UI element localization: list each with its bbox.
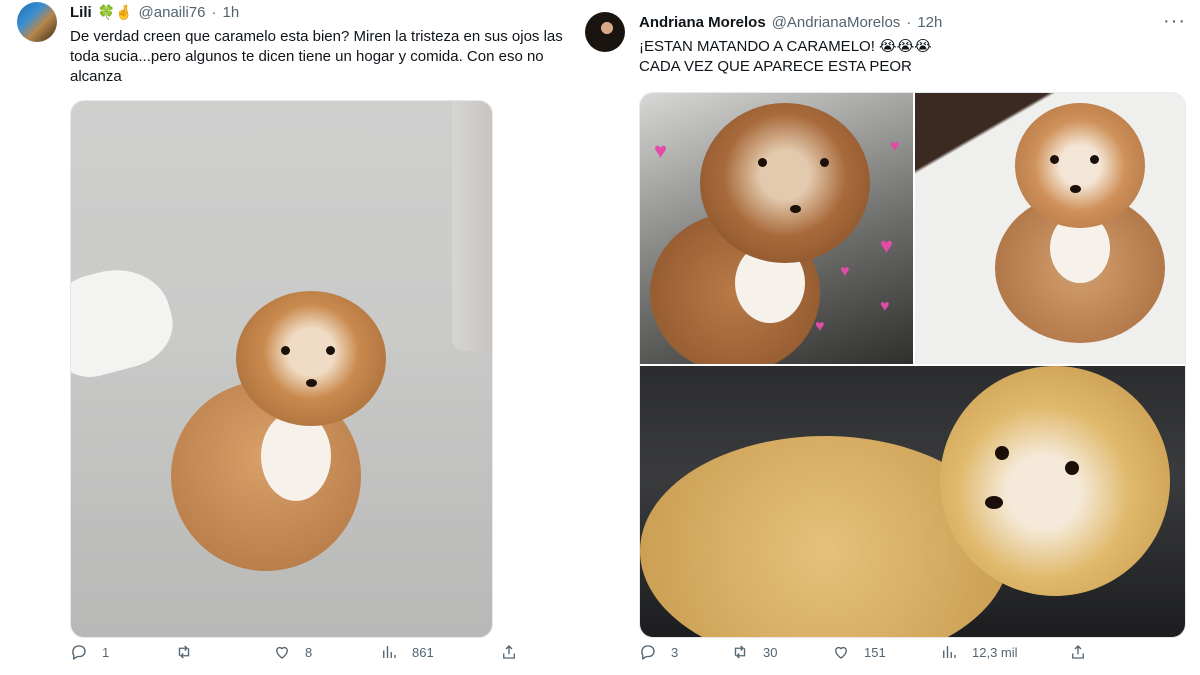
like-count: 8 — [305, 644, 313, 660]
share-icon — [1072, 645, 1084, 659]
tweet-photo-collage: ♥ ♥ ♥ ♥ ♥ ♥ — [639, 92, 1186, 638]
reply-count: 1 — [102, 644, 110, 660]
tweet-andriana[interactable]: Andriana Morelos @AndrianaMorelos · 12h … — [585, 0, 1200, 675]
more-icon[interactable]: ··· — [1163, 10, 1186, 33]
share-button[interactable] — [1069, 643, 1087, 661]
share-icon — [503, 645, 515, 659]
handle[interactable]: @AndrianaMorelos — [772, 14, 901, 31]
reply-count: 3 — [671, 644, 679, 660]
share-button[interactable] — [500, 643, 518, 661]
heart-sticker: ♥ — [880, 233, 894, 258]
retweet-icon — [178, 645, 190, 659]
like-button[interactable]: 8 — [273, 643, 312, 661]
handle[interactable]: @anaili76 — [139, 4, 206, 21]
like-button[interactable]: 151 — [832, 643, 886, 661]
reply-icon — [641, 645, 655, 660]
reply-icon — [72, 645, 86, 660]
heart-sticker: ♥ — [880, 298, 890, 315]
dog-photo-subject — [995, 103, 1175, 363]
reply-button[interactable]: 1 — [70, 643, 109, 661]
timestamp[interactable]: 12h — [917, 14, 942, 31]
retweet-icon — [734, 645, 746, 659]
retweet-button[interactable] — [175, 643, 207, 661]
timestamp[interactable]: 1h — [222, 4, 239, 21]
retweet-count: 30 — [763, 644, 778, 660]
tweet-text: De verdad creen que caramelo esta bien? … — [70, 28, 563, 85]
photo-top-right[interactable] — [915, 93, 1185, 364]
tweet-header: Lili 🍀🤞 @anaili76 · 1h — [70, 4, 239, 21]
avatar[interactable] — [585, 12, 625, 52]
view-count: 861 — [412, 644, 434, 660]
dog-photo-subject — [141, 291, 401, 591]
name-emojis: 🍀🤞 — [97, 4, 133, 20]
heart-sticker: ♥ — [654, 138, 668, 163]
views-icon — [383, 646, 396, 658]
views-button[interactable]: 861 — [380, 643, 434, 661]
avatar[interactable] — [17, 2, 57, 42]
reply-button[interactable]: 3 — [639, 643, 678, 661]
dog-photo-subject — [640, 366, 1185, 637]
retweet-button[interactable]: 30 — [731, 643, 777, 661]
dog-photo-subject — [650, 103, 890, 364]
photo-bottom[interactable] — [640, 366, 1185, 637]
couch-arm — [452, 101, 492, 351]
heart-icon — [276, 646, 288, 659]
tweet-text-line-2: CADA VEZ QUE APARECE ESTA PEOR — [639, 58, 912, 75]
tweet-lili[interactable]: Lili 🍀🤞 @anaili76 · 1h De verdad creen q… — [0, 0, 600, 675]
heart-sticker: ♥ — [815, 318, 825, 335]
views-button[interactable]: 12,3 mil — [940, 643, 1018, 661]
tweet-photo[interactable] — [70, 100, 493, 638]
heart-sticker: ♥ — [890, 138, 900, 155]
display-name[interactable]: Andriana Morelos — [639, 14, 766, 31]
tweet-text: ¡ESTAN MATANDO A CARAMELO! 😭😭😭 CADA VEZ … — [639, 37, 1179, 77]
separator-dot: · — [906, 14, 912, 31]
tweet-text-line-1: ¡ESTAN MATANDO A CARAMELO! 😭😭😭 — [639, 38, 932, 55]
separator-dot: · — [211, 4, 217, 21]
heart-icon — [835, 646, 847, 659]
display-name[interactable]: Lili — [70, 4, 92, 21]
view-count: 12,3 mil — [972, 644, 1018, 660]
photo-top-left[interactable]: ♥ ♥ ♥ ♥ ♥ ♥ — [640, 93, 913, 364]
like-count: 151 — [864, 644, 886, 660]
heart-sticker: ♥ — [840, 263, 850, 280]
views-icon — [943, 646, 956, 658]
tweet-header: Andriana Morelos @AndrianaMorelos · 12h — [639, 14, 942, 31]
